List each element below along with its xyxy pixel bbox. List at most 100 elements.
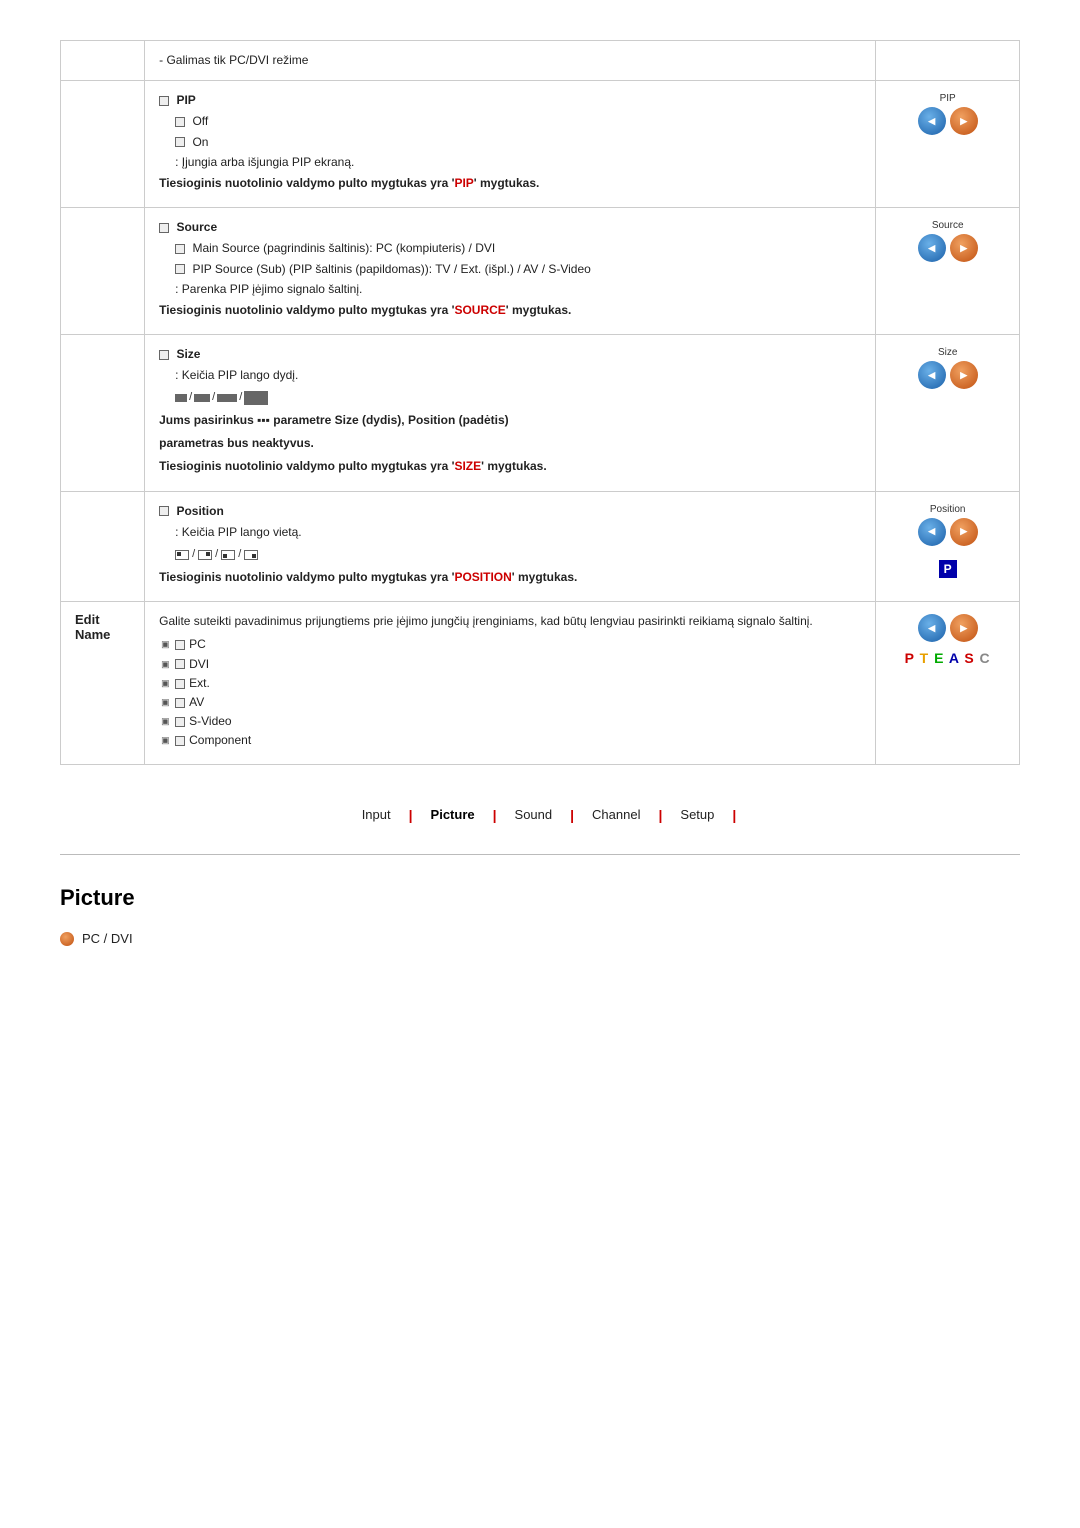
pip-on: On bbox=[159, 133, 861, 152]
edit-name-av: AV bbox=[159, 693, 861, 712]
position-bold-note: Tiesioginis nuotolinio valdymo pulto myg… bbox=[159, 568, 861, 587]
top-note-row: - Galimas tik PC/DVI režime bbox=[61, 41, 1020, 81]
p-square-icon: P bbox=[939, 560, 957, 578]
top-note-content: - Galimas tik PC/DVI režime bbox=[145, 41, 876, 81]
edit-name-list: PC DVI Ext. AV S-Video Compone bbox=[159, 635, 861, 750]
source-icon-cell: Source bbox=[876, 208, 1020, 335]
source-label-cell bbox=[61, 208, 145, 335]
pip-on-checkbox bbox=[175, 137, 185, 147]
pip-checkbox bbox=[159, 96, 169, 106]
pip-row: PIP Off On : Įjungia arba išjungia PIP e… bbox=[61, 81, 1020, 208]
source-btn-right[interactable] bbox=[950, 234, 978, 262]
position-btn-pair bbox=[884, 518, 1011, 546]
picture-title: Picture bbox=[60, 885, 1020, 911]
source-highlight: SOURCE bbox=[454, 303, 505, 317]
top-note-text: - Galimas tik PC/DVI režime bbox=[159, 53, 308, 67]
top-note-label-cell bbox=[61, 41, 145, 81]
size-note1: : Keičia PIP lango dydį. bbox=[159, 366, 861, 385]
source-sub1: Main Source (pagrindinis šaltinis): PC (… bbox=[159, 239, 861, 258]
edit-name-icon-cell: P T E A S C bbox=[876, 602, 1020, 765]
size-content-cell: Size : Keičia PIP lango dydį. / / / Jums… bbox=[145, 335, 876, 492]
position-content-cell: Position : Keičia PIP lango vietą. / / / bbox=[145, 491, 876, 602]
position-checkbox bbox=[159, 506, 169, 516]
position-icons-row: / / / bbox=[159, 544, 861, 566]
edit-name-desc: Galite suteikti pavadinimus prijungtiems… bbox=[159, 612, 861, 631]
size-bold-note2: parametras bus neaktyvus. bbox=[159, 434, 861, 453]
nav-picture[interactable]: Picture bbox=[413, 803, 493, 826]
edit-name-svideo: S-Video bbox=[159, 712, 861, 731]
size-btn-left[interactable] bbox=[918, 361, 946, 389]
pip-note1: : Įjungia arba išjungia PIP ekraną. bbox=[159, 153, 861, 172]
pip-icon-group: PIP bbox=[884, 93, 1011, 135]
pip-off-checkbox bbox=[175, 117, 185, 127]
pteasc-label: P T E A S C bbox=[884, 650, 1011, 666]
position-btn-left[interactable] bbox=[918, 518, 946, 546]
edit-name-label-cell: EditName bbox=[61, 602, 145, 765]
pteasc-a: A bbox=[949, 650, 960, 666]
position-note1: : Keičia PIP lango vietą. bbox=[159, 523, 861, 542]
edit-name-pc: PC bbox=[159, 635, 861, 654]
position-header: Position bbox=[159, 502, 861, 521]
source-row: Source Main Source (pagrindinis šaltinis… bbox=[61, 208, 1020, 335]
size-icon-group: Size bbox=[884, 347, 1011, 389]
size-highlight: SIZE bbox=[454, 459, 481, 473]
pip-btn-pair bbox=[884, 107, 1011, 135]
source-note1: : Parenka PIP įėjimo signalo šaltinį. bbox=[159, 280, 861, 299]
position-label-cell bbox=[61, 491, 145, 602]
edit-name-row: EditName Galite suteikti pavadinimus pri… bbox=[61, 602, 1020, 765]
pteasc-p: P bbox=[905, 650, 915, 666]
pip-btn-left[interactable] bbox=[918, 107, 946, 135]
size-icon-label: Size bbox=[884, 347, 1011, 358]
source-content-cell: Source Main Source (pagrindinis šaltinis… bbox=[145, 208, 876, 335]
pip-btn-right[interactable] bbox=[950, 107, 978, 135]
edit-name-btn-left[interactable] bbox=[918, 614, 946, 642]
edit-name-content-cell: Galite suteikti pavadinimus prijungtiems… bbox=[145, 602, 876, 765]
source-header: Source bbox=[159, 218, 861, 237]
pip-label-cell bbox=[61, 81, 145, 208]
size-bar-4 bbox=[244, 391, 268, 405]
position-btn-right[interactable] bbox=[950, 518, 978, 546]
pip-icon-cell: PIP bbox=[876, 81, 1020, 208]
edit-name-btn-group bbox=[884, 614, 1011, 642]
source-bold-note: Tiesioginis nuotolinio valdymo pulto myg… bbox=[159, 301, 861, 320]
p-square-container: P bbox=[884, 560, 1011, 578]
size-bar-2 bbox=[194, 394, 210, 402]
size-row: Size : Keičia PIP lango dydį. / / / Jums… bbox=[61, 335, 1020, 492]
size-btn-right[interactable] bbox=[950, 361, 978, 389]
picture-subsection-pc-dvi: PC / DVI bbox=[60, 931, 1020, 946]
nav-channel[interactable]: Channel bbox=[574, 803, 658, 826]
source-icon-label: Source bbox=[884, 220, 1011, 231]
edit-name-btn-right[interactable] bbox=[950, 614, 978, 642]
section-divider bbox=[60, 854, 1020, 855]
position-icon-set: / / / bbox=[175, 546, 258, 564]
position-highlight: POSITION bbox=[454, 570, 511, 584]
size-bar-1 bbox=[175, 394, 187, 402]
size-header: Size bbox=[159, 345, 861, 364]
size-icons-row: / / / bbox=[159, 387, 861, 409]
edit-name-dvi: DVI bbox=[159, 655, 861, 674]
size-bar-3 bbox=[217, 394, 237, 402]
size-icon-cell: Size bbox=[876, 335, 1020, 492]
position-icon-cell: Position P bbox=[876, 491, 1020, 602]
source-btn-pair bbox=[884, 234, 1011, 262]
nav-sep-5: | bbox=[732, 807, 736, 823]
nav-sound[interactable]: Sound bbox=[497, 803, 571, 826]
pip-off: Off bbox=[159, 112, 861, 131]
source-btn-left[interactable] bbox=[918, 234, 946, 262]
nav-input[interactable]: Input bbox=[344, 803, 409, 826]
size-label-cell bbox=[61, 335, 145, 492]
source-icon-group: Source bbox=[884, 220, 1011, 262]
source-sub2: PIP Source (Sub) (PIP šaltinis (papildom… bbox=[159, 260, 861, 279]
pip-bold-note: Tiesioginis nuotolinio valdymo pulto myg… bbox=[159, 174, 861, 193]
orange-dot-icon bbox=[60, 932, 74, 946]
size-icon-set: / / / bbox=[175, 389, 268, 407]
nav-setup[interactable]: Setup bbox=[662, 803, 732, 826]
size-bold-note1: Jums pasirinkus ▪▪▪ parametre Size (dydi… bbox=[159, 411, 861, 430]
edit-name-label: EditName bbox=[75, 612, 110, 642]
position-row: Position : Keičia PIP lango vietą. / / / bbox=[61, 491, 1020, 602]
picture-section: Picture PC / DVI bbox=[60, 885, 1020, 946]
pteasc-e: E bbox=[934, 650, 944, 666]
edit-name-ext: Ext. bbox=[159, 674, 861, 693]
edit-name-component: Component bbox=[159, 731, 861, 750]
size-bold-note3: Tiesioginis nuotolinio valdymo pulto myg… bbox=[159, 457, 861, 476]
